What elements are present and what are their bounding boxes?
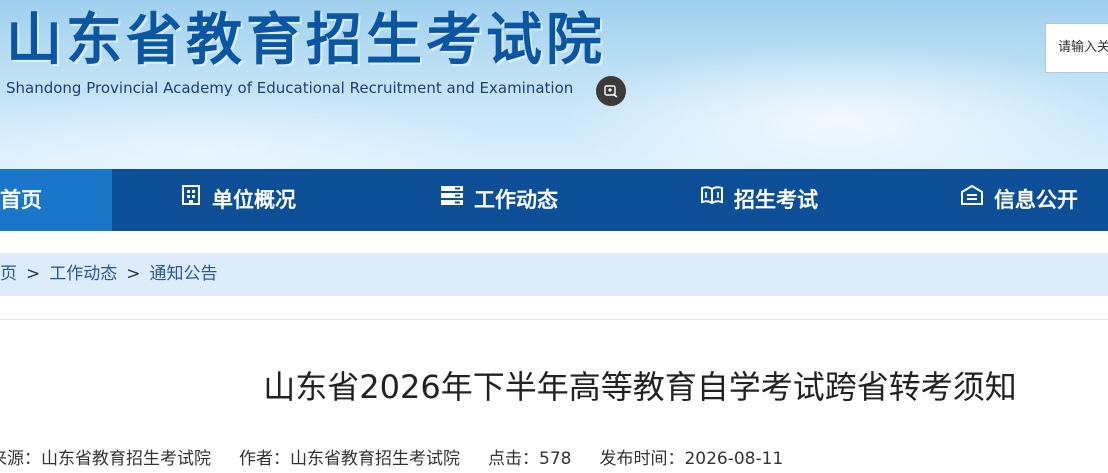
site-title[interactable]: 山东省教育招生考试院 bbox=[6, 6, 606, 76]
nav-item-label: 首页 bbox=[0, 188, 42, 212]
nav-item-label: 单位概况 bbox=[212, 188, 296, 212]
breadcrumb-separator: > bbox=[126, 264, 141, 284]
main-nav: 首页 单位概况 工作动态 招生考试 信息公开 bbox=[0, 169, 1108, 231]
site-subtitle: Shandong Provincial Academy of Education… bbox=[6, 79, 574, 97]
book-icon bbox=[700, 168, 724, 230]
article-author: 作者：山东省教育招生考试院 bbox=[239, 449, 460, 469]
nav-item-info[interactable]: 信息公开 bbox=[960, 169, 1078, 231]
search-input[interactable]: 请输入关键字 bbox=[1045, 23, 1108, 73]
news-icon bbox=[440, 168, 464, 230]
nav-item-label: 招生考试 bbox=[734, 188, 818, 212]
banner-glow-left bbox=[0, 90, 500, 169]
header-banner: 山东省教育招生考试院 Shandong Provincial Academy o… bbox=[0, 0, 1108, 169]
nav-item-home[interactable]: 首页 bbox=[0, 169, 112, 231]
content-divider bbox=[0, 319, 1108, 320]
breadcrumb: 首页 > 工作动态 > 通知公告 bbox=[0, 253, 1108, 296]
article-source: 来源：山东省教育招生考试院 bbox=[0, 449, 211, 469]
article-meta: 来源：山东省教育招生考试院 作者：山东省教育招生考试院 点击：578 发布时间：202… bbox=[0, 446, 811, 472]
nav-item-about[interactable]: 单位概况 bbox=[180, 169, 296, 231]
breadcrumb-home[interactable]: 首页 bbox=[0, 264, 17, 284]
banner-glow bbox=[560, 40, 1108, 169]
building-icon bbox=[180, 168, 202, 230]
nav-item-label: 工作动态 bbox=[474, 188, 558, 212]
info-icon bbox=[960, 168, 984, 230]
nav-item-news[interactable]: 工作动态 bbox=[440, 169, 558, 231]
accessibility-icon[interactable] bbox=[596, 76, 626, 106]
nav-item-exam[interactable]: 招生考试 bbox=[700, 169, 818, 231]
breadcrumb-separator: > bbox=[26, 264, 41, 284]
nav-item-label: 信息公开 bbox=[994, 188, 1078, 212]
breadcrumb-news[interactable]: 工作动态 bbox=[49, 264, 117, 284]
breadcrumb-notice[interactable]: 通知公告 bbox=[150, 264, 218, 284]
article-title: 山东省2026年下半年高等教育自学考试跨省转考须知 bbox=[263, 368, 1017, 406]
article-clicks: 点击：578 bbox=[488, 449, 572, 469]
article-publish-time: 发布时间：2026-08-11 bbox=[599, 449, 784, 469]
